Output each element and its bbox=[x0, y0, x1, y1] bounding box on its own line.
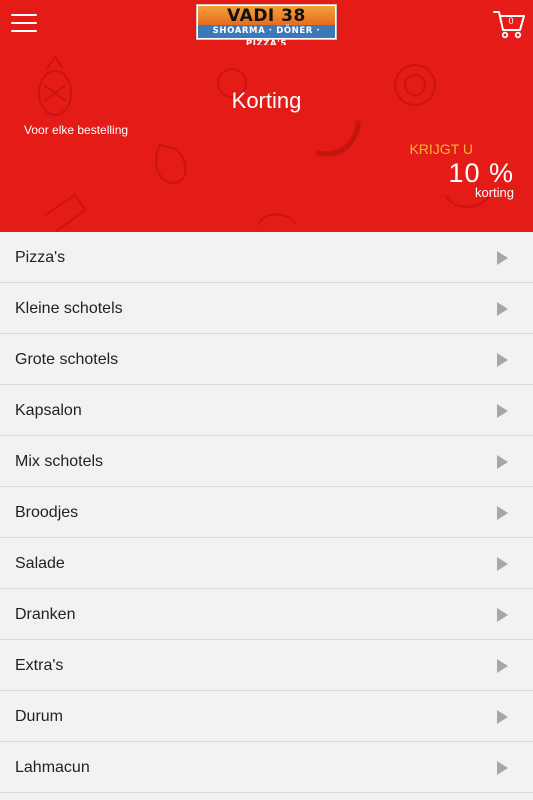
chevron-right-icon bbox=[497, 761, 508, 775]
category-label: Broodjes bbox=[15, 504, 79, 521]
category-item-kleine-schotels[interactable]: Kleine schotels bbox=[0, 283, 533, 334]
chevron-right-icon bbox=[497, 302, 508, 316]
chevron-right-icon bbox=[497, 608, 508, 622]
hamburger-line bbox=[11, 14, 37, 16]
chevron-right-icon bbox=[497, 353, 508, 367]
category-label: Kleine schotels bbox=[15, 300, 123, 317]
category-item-lahmacun[interactable]: Lahmacun bbox=[0, 742, 533, 793]
category-item-durum[interactable]: Durum bbox=[0, 691, 533, 742]
top-bar: VADI 38 SHOARMA · DÖNER · PIZZA'S 0 bbox=[0, 0, 533, 49]
category-label: Extra's bbox=[15, 657, 64, 674]
category-list: Pizza's Kleine schotels Grote schotels K… bbox=[0, 232, 533, 793]
banner-krijgt-label: KRIJGT U bbox=[409, 141, 473, 157]
category-item-kapsalon[interactable]: Kapsalon bbox=[0, 385, 533, 436]
chevron-right-icon bbox=[497, 557, 508, 571]
discount-banner: Korting Voor elke bestelling KRIJGT U 10… bbox=[0, 45, 533, 232]
discount-label: korting bbox=[474, 185, 514, 200]
category-label: Grote schotels bbox=[15, 351, 119, 368]
chevron-right-icon bbox=[497, 659, 508, 673]
chevron-right-icon bbox=[497, 251, 508, 265]
category-item-salade[interactable]: Salade bbox=[0, 538, 533, 589]
logo-subtitle: SHOARMA · DÖNER · PIZZA'S bbox=[198, 25, 335, 49]
logo-name: VADI 38 bbox=[227, 6, 306, 26]
category-item-dranken[interactable]: Dranken bbox=[0, 589, 533, 640]
hamburger-line bbox=[11, 30, 37, 32]
banner-title: Korting bbox=[231, 88, 302, 113]
category-label: Kapsalon bbox=[15, 402, 82, 419]
hamburger-line bbox=[11, 22, 37, 24]
category-label: Dranken bbox=[15, 606, 76, 623]
banner-subtitle: Voor elke bestelling bbox=[24, 123, 129, 137]
category-item-pizzas[interactable]: Pizza's bbox=[0, 232, 533, 283]
category-item-extras[interactable]: Extra's bbox=[0, 640, 533, 691]
category-item-mix-schotels[interactable]: Mix schotels bbox=[0, 436, 533, 487]
chevron-right-icon bbox=[497, 455, 508, 469]
category-label: Mix schotels bbox=[15, 453, 104, 470]
logo[interactable]: VADI 38 SHOARMA · DÖNER · PIZZA'S bbox=[196, 4, 337, 49]
chevron-right-icon bbox=[497, 506, 508, 520]
category-label: Lahmacun bbox=[15, 759, 90, 776]
cart-count: 0 bbox=[508, 16, 514, 26]
shopping-cart-button[interactable]: 0 bbox=[492, 8, 526, 40]
chevron-right-icon bbox=[497, 710, 508, 724]
category-item-grote-schotels[interactable]: Grote schotels bbox=[0, 334, 533, 385]
category-item-broodjes[interactable]: Broodjes bbox=[0, 487, 533, 538]
category-label: Pizza's bbox=[15, 249, 66, 266]
hamburger-menu-icon[interactable] bbox=[11, 12, 37, 34]
category-label: Salade bbox=[15, 555, 65, 572]
chevron-right-icon bbox=[497, 404, 508, 418]
logo-top: VADI 38 bbox=[198, 6, 335, 26]
food-pattern-icon bbox=[38, 55, 491, 232]
category-label: Durum bbox=[15, 708, 64, 725]
